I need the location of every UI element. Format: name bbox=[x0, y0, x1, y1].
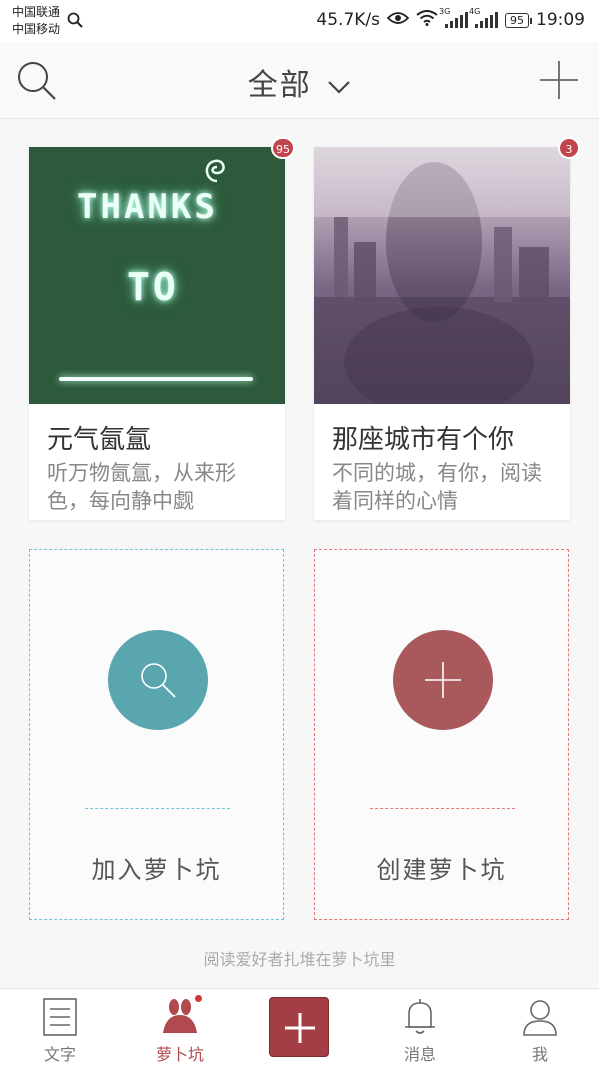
unread-badge: 3 bbox=[558, 137, 580, 159]
search-icon bbox=[67, 12, 83, 32]
tab-label: 萝卜坑 bbox=[155, 1045, 204, 1064]
neon-bar bbox=[59, 377, 253, 381]
create-pit-button[interactable] bbox=[393, 630, 493, 730]
document-icon bbox=[43, 998, 77, 1036]
card-title: 那座城市有个你 bbox=[332, 425, 515, 455]
user-icon bbox=[523, 1000, 557, 1036]
signal-label-1: 3G bbox=[439, 7, 451, 16]
notification-dot bbox=[195, 995, 202, 1002]
category-dropdown[interactable]: 全部 bbox=[0, 60, 599, 104]
signal-icon-1: 3G bbox=[439, 7, 468, 28]
create-pit-box[interactable]: 创建萝卜坑 bbox=[314, 549, 569, 920]
neon-swirl-icon bbox=[205, 159, 225, 183]
add-button[interactable] bbox=[539, 60, 579, 100]
plus-icon bbox=[425, 662, 461, 698]
status-bar: 中国联通 中国移动 45.7K/s 3G 4G 95 19:09 bbox=[0, 0, 599, 42]
tab-messages[interactable]: 消息 bbox=[360, 989, 480, 1067]
radish-icon bbox=[163, 999, 197, 1033]
clock: 19:09 bbox=[536, 10, 585, 30]
page-title: 全部 bbox=[247, 68, 312, 103]
card-title: 元气氤氲 bbox=[47, 425, 152, 455]
top-header: 全部 bbox=[0, 42, 599, 119]
join-pit-box[interactable]: 加入萝卜坑 bbox=[29, 549, 284, 920]
carrier-info: 中国联通 中国移动 bbox=[12, 4, 60, 38]
cover-text: THANKS bbox=[77, 187, 218, 227]
pit-card[interactable]: THANKS TO 元气氤氲 听万物氤氲，从来形色，每向静中觑 95 bbox=[29, 137, 295, 520]
unread-badge: 95 bbox=[271, 137, 295, 159]
city-silhouette-graphic bbox=[314, 147, 570, 404]
search-icon bbox=[141, 663, 176, 698]
footer-note: 阅读爱好者扎堆在萝卜坑里 bbox=[203, 950, 396, 969]
bell-icon bbox=[405, 999, 435, 1034]
tab-profile[interactable]: 我 bbox=[480, 989, 599, 1067]
divider bbox=[85, 808, 230, 809]
card-description: 听万物氤氲，从来形色，每向静中觑 bbox=[47, 461, 236, 511]
tab-label: 文字 bbox=[43, 1045, 76, 1064]
card-cover-image bbox=[314, 147, 570, 404]
signal-label-2: 4G bbox=[469, 7, 481, 16]
chevron-down-icon bbox=[328, 80, 351, 94]
tab-radish-pit[interactable]: 萝卜坑 bbox=[120, 989, 240, 1067]
tab-label: 我 bbox=[531, 1045, 548, 1064]
eye-icon bbox=[386, 10, 410, 30]
create-pit-label: 创建萝卜坑 bbox=[376, 856, 507, 884]
battery-indicator: 95 bbox=[505, 12, 532, 28]
wifi-icon bbox=[416, 9, 438, 31]
cover-text: TO bbox=[127, 265, 179, 309]
tab-text[interactable]: 文字 bbox=[0, 989, 120, 1067]
card-description: 不同的城，有你，阅读着同样的心情 bbox=[332, 461, 542, 511]
pit-card[interactable]: 那座城市有个你 不同的城，有你，阅读着同样的心情 3 bbox=[314, 137, 580, 520]
plus-icon bbox=[285, 1013, 315, 1043]
carrier-2: 中国移动 bbox=[12, 22, 61, 36]
tab-label: 消息 bbox=[403, 1045, 436, 1064]
join-pit-button[interactable] bbox=[108, 630, 208, 730]
join-pit-label: 加入萝卜坑 bbox=[91, 856, 222, 884]
card-cover-image: THANKS TO bbox=[29, 147, 285, 404]
divider bbox=[370, 808, 515, 809]
carrier-1: 中国联通 bbox=[12, 5, 61, 19]
signal-icon-2: 4G bbox=[469, 7, 498, 28]
bottom-tab-bar: 文字 萝卜坑 消息 我 bbox=[0, 988, 599, 1067]
compose-button[interactable] bbox=[269, 997, 329, 1057]
plus-icon bbox=[540, 61, 578, 99]
net-speed: 45.7K/s bbox=[316, 10, 380, 30]
